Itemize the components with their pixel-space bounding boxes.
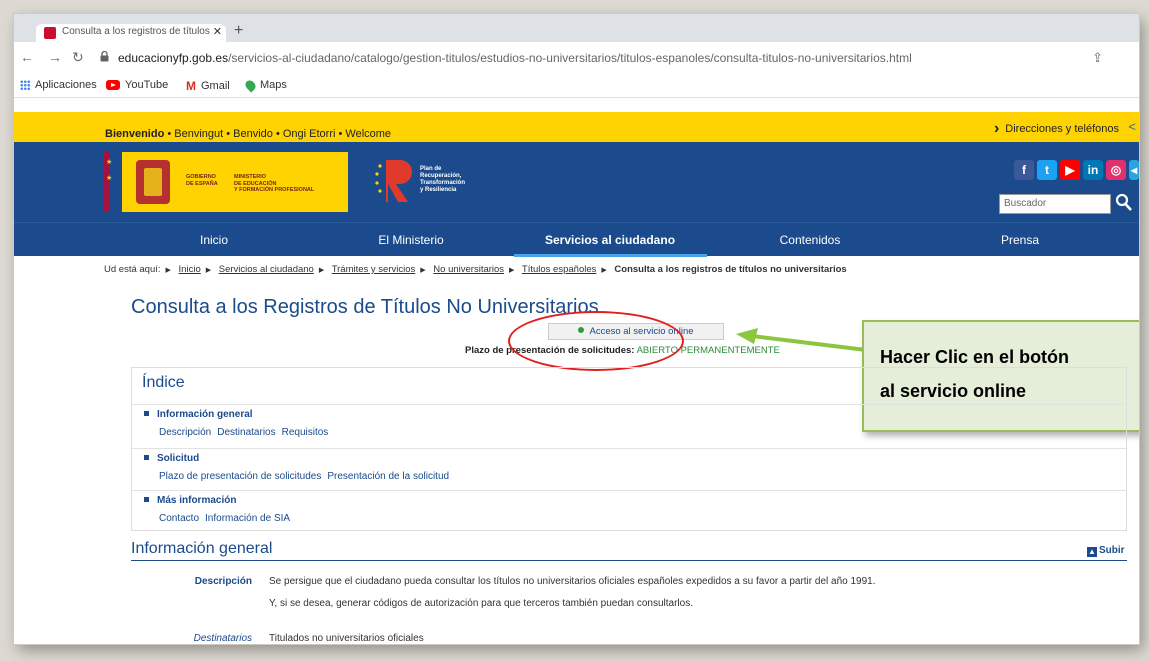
lock-icon — [100, 51, 109, 62]
page-title: Consulta a los Registros de Títulos No U… — [131, 296, 599, 318]
url-input[interactable]: educacionyfp.gob.es/servicios-al-ciudada… — [118, 51, 912, 65]
subir-link[interactable]: ▲ Subir — [1087, 545, 1125, 557]
nav-servicios-al-ciudadano[interactable]: Servicios al ciudadano — [545, 233, 675, 247]
bookmark-gmail[interactable]: M Gmail — [186, 79, 230, 93]
plan-r-icon — [375, 160, 412, 202]
indice-section: Solicitud Plazo de presentación de solic… — [132, 448, 1126, 490]
breadcrumb: Ud está aquí: ▶ Inicio ▶ Servicios al ciud… — [104, 264, 847, 275]
bookmark-youtube[interactable]: YouTube — [106, 79, 168, 91]
indice-section: Más información Contacto Información de S… — [132, 490, 1126, 532]
reload-icon[interactable]: ↻ — [72, 49, 84, 66]
indice-title: Índice — [142, 374, 185, 391]
breadcrumb-inicio[interactable]: Inicio — [179, 264, 201, 275]
back-icon[interactable]: ← — [20, 49, 34, 65]
new-tab-icon[interactable]: + — [234, 22, 243, 40]
linkedin-icon[interactable]: in — [1083, 160, 1103, 180]
search-icon[interactable] — [1115, 192, 1133, 212]
divider — [131, 560, 1127, 561]
indice-link[interactable]: Contacto — [159, 513, 199, 524]
bookmark-apps[interactable]: Aplicaciones — [20, 79, 97, 91]
site-favicon-icon — [44, 27, 56, 39]
site-header: ★ ★ GOBIERNO DE ESPAÑA MINISTERIO DE EDUC… — [14, 142, 1139, 222]
social-links: f t ▶ in ◎ ◂ — [1014, 160, 1139, 180]
tab-title: Consulta a los registros de títulos — [62, 26, 210, 37]
telegram-icon[interactable]: ◂ — [1129, 160, 1139, 180]
welcome-languages: Bienvenido • Benvingut • Benvido • Ongi … — [105, 128, 392, 140]
arrow-up-icon: ▲ — [1087, 547, 1097, 557]
indice-link[interactable]: Requisitos — [282, 427, 329, 438]
nav-active-indicator — [514, 254, 707, 257]
descripcion-text-2: Y, si se desea, generar códigos de autor… — [269, 598, 693, 609]
gmail-icon: M — [186, 79, 196, 93]
nav-el-ministerio[interactable]: El Ministerio — [378, 233, 443, 247]
nav-prensa[interactable]: Prensa — [1001, 233, 1039, 247]
nav-contenidos[interactable]: Contenidos — [780, 233, 841, 247]
welcome-bar: Bienvenido • Benvingut • Benvido • Ongi … — [14, 112, 1139, 142]
chevron-right-icon: › — [993, 120, 1000, 137]
instagram-icon[interactable]: ◎ — [1106, 160, 1126, 180]
twitter-icon[interactable]: t — [1037, 160, 1057, 180]
address-bar: ← → ↻ educacionyfp.gob.es/servicios-al-c… — [14, 42, 1139, 74]
close-tab-icon[interactable]: ✕ — [213, 25, 222, 38]
breadcrumb-servicios[interactable]: Servicios al ciudadano — [219, 264, 314, 275]
indice-box: Índice Información general Descripción De… — [131, 367, 1127, 531]
search-input[interactable]: Buscador — [999, 194, 1111, 214]
arrow-left-icon — [736, 328, 867, 352]
youtube-icon[interactable]: ▶ — [1060, 160, 1080, 180]
coat-of-arms-icon — [136, 160, 170, 204]
descripcion-text-1: Se persigue que el ciudadano pueda consu… — [269, 576, 876, 587]
directions-link[interactable]: › Direcciones y teléfonos — [994, 120, 1119, 138]
indice-link[interactable]: Presentación de la solicitud — [327, 471, 449, 482]
main-nav: Inicio El Ministerio Servicios al ciudad… — [14, 222, 1139, 257]
screenshot-frame: Consulta a los registros de títulos ✕ + … — [14, 14, 1139, 644]
breadcrumb-no-universitarios[interactable]: No universitarios — [433, 264, 504, 275]
indice-section-head[interactable]: Información general — [144, 409, 253, 420]
breadcrumb-current: Consulta a los registros de títulos no u… — [614, 264, 847, 275]
maps-pin-icon — [243, 77, 258, 93]
youtube-icon — [106, 80, 120, 90]
plan-recuperacion-logo[interactable]: Plan de Recuperación, Transformación y R… — [374, 152, 504, 212]
indice-section-head[interactable]: Solicitud — [144, 453, 199, 464]
bookmarks-bar: Aplicaciones YouTube M Gmail Maps — [14, 74, 1139, 98]
browser-tab[interactable]: Consulta a los registros de títulos ✕ — [36, 24, 226, 42]
indice-link[interactable]: Plazo de presentación de solicitudes — [159, 471, 321, 482]
ministerio-text: MINISTERIO DE EDUCACIÓN Y FORMACIÓN PROF… — [234, 174, 315, 193]
indice-section-head[interactable]: Más información — [144, 495, 236, 506]
share-icon[interactable]: < — [1128, 119, 1136, 134]
info-general-title: Información general — [131, 540, 273, 557]
eu-flag-icon: ★ ★ — [104, 152, 122, 212]
gobierno-text: GOBIERNO DE ESPAÑA — [186, 174, 218, 187]
breadcrumb-tramites[interactable]: Trámites y servicios — [332, 264, 416, 275]
browser-tabbar: Consulta a los registros de títulos ✕ + — [14, 14, 1139, 42]
indice-section: Información general Descripción Destinata… — [132, 404, 1126, 446]
gobierno-logo[interactable]: ★ ★ GOBIERNO DE ESPAÑA MINISTERIO DE EDUC… — [104, 152, 348, 212]
indice-link[interactable]: Descripción — [159, 427, 211, 438]
plan-text: Plan de Recuperación, Transformación y R… — [420, 166, 466, 193]
highlight-ellipse — [508, 311, 684, 371]
descripcion-label: Descripción — [194, 576, 252, 587]
facebook-icon[interactable]: f — [1014, 160, 1034, 180]
nav-inicio[interactable]: Inicio — [200, 233, 228, 247]
indice-link[interactable]: Destinatarios — [217, 427, 275, 438]
breadcrumb-titulos-espanoles[interactable]: Títulos españoles — [522, 264, 596, 275]
destinatarios-label: Destinatarios — [193, 633, 252, 644]
indice-link[interactable]: Información de SIA — [205, 513, 290, 524]
destinatarios-text: Titulados no universitarios oficiales — [269, 633, 424, 644]
share-icon[interactable]: ⇪ — [1092, 50, 1103, 66]
apps-grid-icon — [20, 80, 30, 90]
forward-icon[interactable]: → — [48, 49, 62, 65]
bookmark-maps[interactable]: Maps — [243, 77, 287, 93]
